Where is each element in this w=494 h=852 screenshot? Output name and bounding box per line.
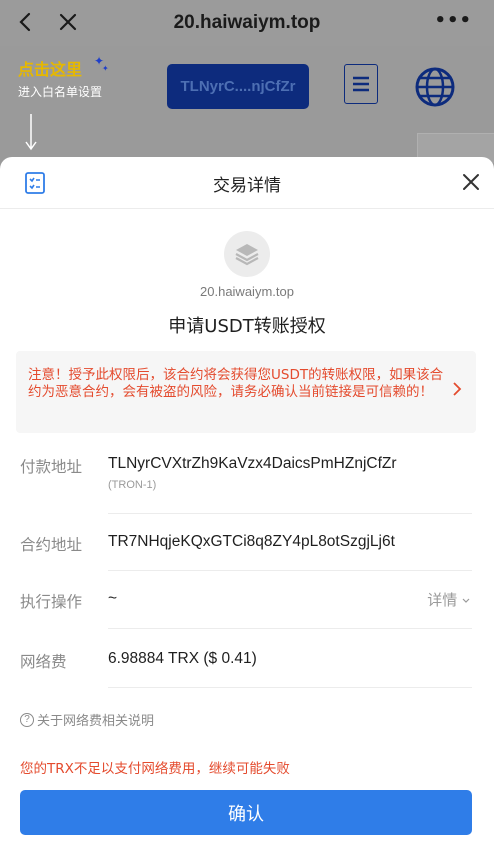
dapp-logo (224, 231, 270, 277)
layers-icon (235, 244, 259, 266)
close-icon[interactable] (460, 171, 482, 193)
sheet-header: 交易详情 (0, 157, 494, 209)
sheet-title: 交易详情 (213, 176, 281, 196)
payer-address-value: TLNyrCVXtrZh9KaVzx4DaicsPmHZnjCfZr (108, 455, 397, 472)
transaction-details-sheet: 交易详情 20.haiwaiym.top 申请USDT转账授权 注意！授予此权限… (0, 157, 494, 852)
help-circle-icon: ? (20, 712, 34, 727)
details-link[interactable]: 详情 (427, 589, 470, 610)
execute-action-value: ~ (108, 590, 118, 607)
divider (108, 570, 472, 571)
divider (108, 628, 472, 629)
dapp-domain: 20.haiwaiym.top (200, 284, 294, 299)
url-text: 20.haiwaiym.top (173, 12, 321, 33)
wallet-address-button[interactable]: TLNyrC....njCfZr (167, 64, 309, 109)
chevron-down-icon (462, 598, 470, 603)
execute-action-label: 执行操作 (20, 593, 83, 611)
whitelist-hint-subtitle: 进入白名单设置 (18, 85, 103, 99)
fee-help-label: 关于网络费相关说明 (37, 714, 155, 729)
warning-text: 注意！授予此权限后，该合约将会获得您USDT的转账权限，如果该合约为恶意合约，会… (28, 367, 444, 400)
details-link-label: 详情 (427, 591, 458, 609)
risk-warning[interactable]: 注意！授予此权限后，该合约将会获得您USDT的转账权限，如果该合约为恶意合约，会… (16, 351, 476, 433)
menu-icon[interactable] (344, 64, 378, 104)
payer-address-row: 付款地址 TLNyrCVXtrZh9KaVzx4DaicsPmHZnjCfZr … (0, 447, 494, 513)
more-icon[interactable]: ••• (434, 10, 472, 31)
contract-address-value: TR7NHqjeKQxGTCi8q8ZY4pL8otSzgjLj6t (108, 533, 395, 550)
contract-address-label: 合约地址 (20, 536, 83, 554)
network-fee-label: 网络费 (20, 653, 67, 671)
execute-action-row: 执行操作 ~ 详情 (0, 580, 494, 626)
browser-top-bar: 20.haiwaiym.top ••• (0, 0, 494, 46)
network-tag: (TRON-1) (108, 479, 157, 491)
down-arrow-icon (24, 114, 38, 156)
sparkle-icon: ✦ (102, 64, 109, 73)
request-title: 申请USDT转账授权 (168, 316, 326, 337)
fee-help-link[interactable]: ? 关于网络费相关说明 (20, 710, 154, 729)
contract-address-row: 合约地址 TR7NHqjeKQxGTCi8q8ZY4pL8otSzgjLj6t (0, 523, 494, 569)
network-fee-value: 6.98884 TRX ($ 0.41) (108, 650, 257, 667)
whitelist-hint-title[interactable]: 点击这里 (18, 56, 82, 80)
globe-icon[interactable] (414, 66, 456, 108)
divider (108, 687, 472, 688)
network-fee-row: 网络费 6.98884 TRX ($ 0.41) (0, 638, 494, 684)
confirm-button[interactable]: 确认 (20, 790, 472, 835)
insufficient-balance-notice: 您的TRX不足以支付网络费用，继续可能失败 (20, 761, 290, 777)
payer-address-label: 付款地址 (20, 458, 83, 476)
divider (108, 513, 472, 514)
chevron-right-icon (452, 381, 462, 401)
